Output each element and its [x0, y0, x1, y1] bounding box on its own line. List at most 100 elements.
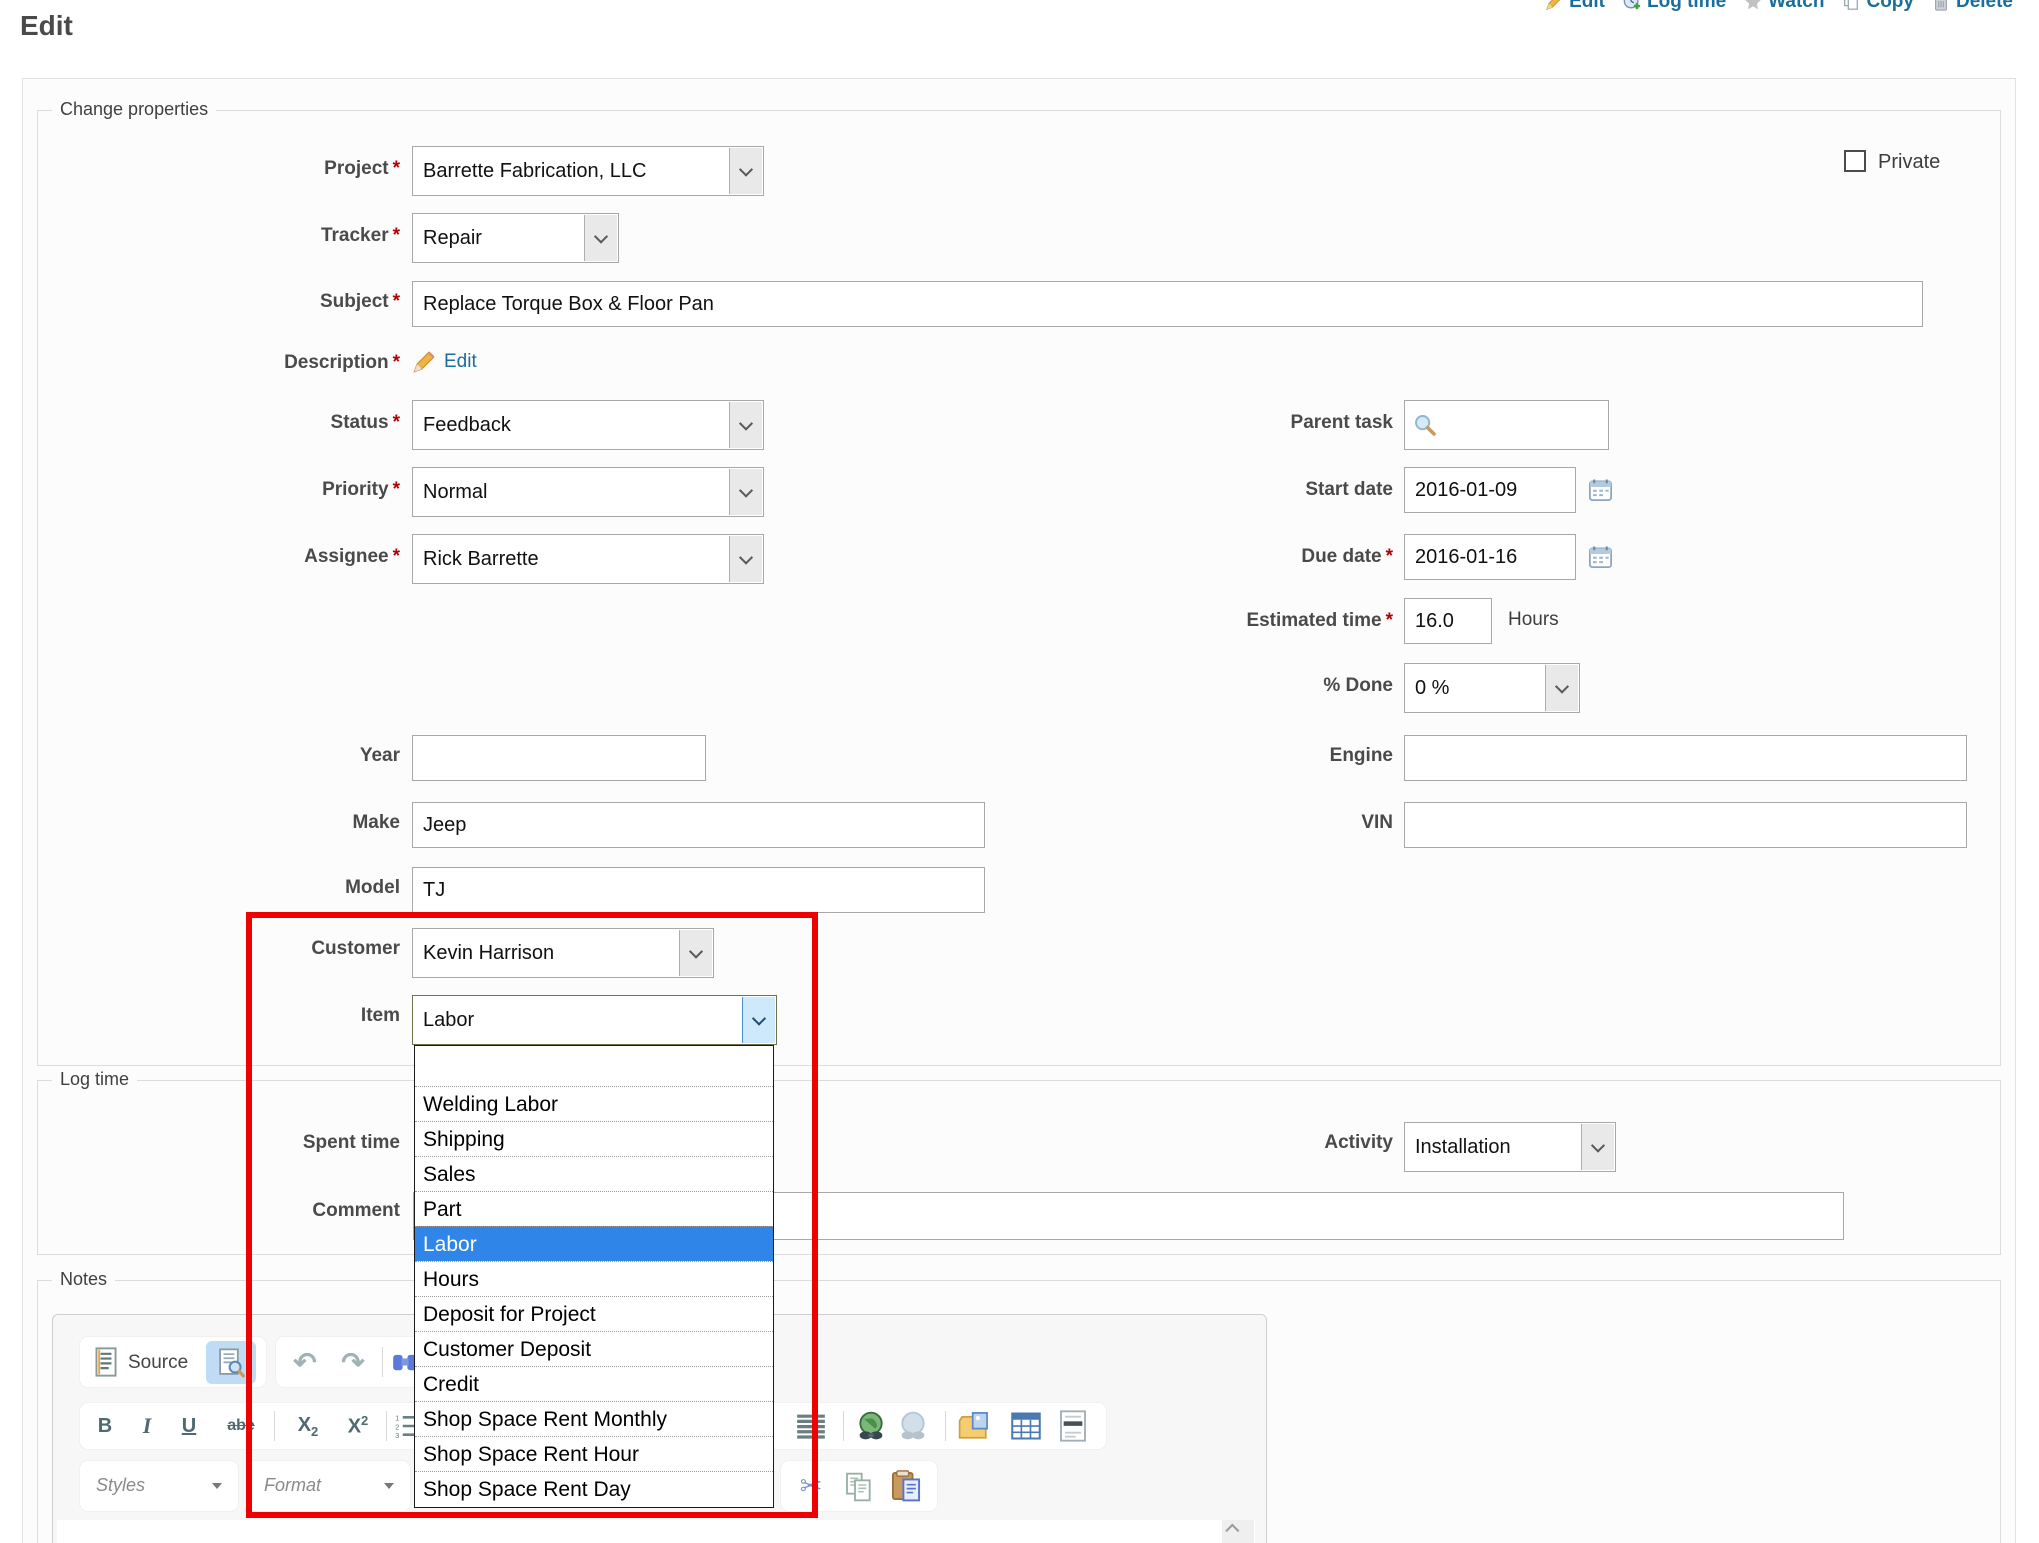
insert-link-button[interactable] [852, 1406, 890, 1446]
action-edit[interactable]: Edit [1545, 0, 1605, 13]
dropdown-arrow-button[interactable] [729, 536, 762, 582]
dropdown-option[interactable]: Hours [415, 1261, 773, 1296]
source-button[interactable] [88, 1343, 124, 1381]
dropdown-option[interactable]: Sales [415, 1156, 773, 1191]
activity-label: Activity [1033, 1132, 1393, 1154]
bold-icon: B [98, 1415, 112, 1438]
svg-text:1: 1 [395, 1414, 399, 1423]
italic-button[interactable]: I [132, 1408, 162, 1444]
engine-input[interactable] [1404, 735, 1967, 781]
dropdown-arrow-button[interactable] [729, 402, 762, 448]
description-edit-link[interactable]: Edit [412, 350, 477, 374]
comment-label: Comment [40, 1200, 400, 1222]
underline-button[interactable]: U [172, 1408, 206, 1444]
status-select[interactable]: Feedback [412, 400, 764, 450]
superscript-button[interactable]: X2 [336, 1408, 380, 1444]
dropdown-arrow-button[interactable] [679, 930, 712, 976]
dropdown-arrow-button[interactable] [1545, 665, 1578, 711]
toolbar-separator [274, 1411, 275, 1441]
assignee-label: Assignee* [40, 546, 400, 568]
redo-button[interactable]: ↷ [334, 1343, 372, 1381]
styles-dropdown[interactable]: Styles [80, 1461, 238, 1511]
vin-label: VIN [1033, 812, 1393, 834]
action-copy[interactable]: Copy [1842, 0, 1914, 13]
toolbar-separator [843, 1411, 844, 1441]
action-watch[interactable]: Watch [1744, 0, 1824, 13]
dropdown-arrow-button[interactable] [729, 469, 762, 515]
customer-select[interactable]: Kevin Harrison [412, 928, 714, 978]
chevron-down-icon [384, 1483, 394, 1489]
strikethrough-button[interactable]: abe [216, 1408, 266, 1444]
chevron-down-icon [739, 163, 753, 177]
insert-image-button[interactable] [954, 1406, 994, 1446]
due-date-input[interactable]: 2016-01-16 [1404, 534, 1576, 580]
preview-button[interactable] [206, 1341, 256, 1384]
percent-done-select[interactable]: 0 % [1404, 663, 1580, 713]
dropdown-arrow-button[interactable] [1581, 1124, 1614, 1170]
paste-button[interactable] [884, 1466, 928, 1506]
copy-button[interactable] [838, 1468, 880, 1506]
item-select[interactable]: Labor [412, 995, 777, 1045]
underline-icon: U [182, 1415, 196, 1438]
remove-link-button[interactable] [894, 1406, 932, 1446]
svg-text:3: 3 [395, 1431, 399, 1439]
activity-select[interactable]: Installation [1404, 1122, 1616, 1172]
tracker-select[interactable]: Repair [412, 213, 619, 263]
cut-button[interactable]: ✂ [790, 1466, 832, 1506]
assignee-select[interactable]: Rick Barrette [412, 534, 764, 584]
estimated-time-input[interactable]: 16.0 [1404, 598, 1492, 644]
undo-button[interactable]: ↶ [286, 1343, 324, 1381]
dropdown-option[interactable] [415, 1046, 773, 1086]
format-dropdown[interactable]: Format [248, 1461, 410, 1511]
dropdown-arrow-button[interactable] [729, 148, 762, 194]
dropdown-option[interactable]: Welding Labor [415, 1086, 773, 1121]
action-log-time[interactable]: Log time [1623, 0, 1726, 13]
private-checkbox[interactable] [1844, 150, 1866, 172]
model-input[interactable]: TJ [412, 867, 985, 913]
horizontal-rule-button[interactable] [1054, 1406, 1092, 1446]
editor-scrollbar[interactable] [1222, 1520, 1254, 1543]
vin-input[interactable] [1404, 802, 1967, 848]
dropdown-option[interactable]: Credit [415, 1366, 773, 1401]
source-button-label[interactable]: Source [128, 1352, 188, 1374]
required-mark: * [393, 352, 400, 373]
spent-time-label: Spent time [40, 1132, 400, 1154]
change-properties-legend: Change properties [52, 99, 216, 120]
dropdown-option[interactable]: Shop Space Rent Day [415, 1471, 773, 1506]
model-label: Model [40, 877, 400, 899]
dropdown-option[interactable]: Shipping [415, 1121, 773, 1156]
subscript-button[interactable]: X2 [286, 1408, 330, 1444]
dropdown-option[interactable]: Customer Deposit [415, 1331, 773, 1366]
editor-content-area[interactable] [57, 1520, 1255, 1543]
start-date-input[interactable]: 2016-01-09 [1404, 467, 1576, 513]
image-icon [957, 1410, 991, 1442]
calendar-icon[interactable] [1588, 477, 1613, 502]
priority-select[interactable]: Normal [412, 467, 764, 517]
dropdown-option-selected[interactable]: Labor [415, 1226, 773, 1261]
superscript-icon: X2 [348, 1413, 369, 1439]
status-label: Status* [40, 412, 400, 434]
dropdown-arrow-button[interactable] [742, 997, 775, 1043]
project-select[interactable]: Barrette Fabrication, LLC [412, 146, 764, 196]
dropdown-option[interactable]: Part [415, 1191, 773, 1226]
calendar-icon[interactable] [1588, 544, 1613, 569]
change-properties-fieldset: Change properties [37, 110, 2001, 1066]
dropdown-option[interactable]: Shop Space Rent Monthly [415, 1401, 773, 1436]
insert-table-button[interactable] [1008, 1408, 1044, 1444]
dropdown-option[interactable]: Deposit for Project [415, 1296, 773, 1331]
parent-task-label: Parent task [1033, 412, 1393, 434]
clock-add-icon [1623, 0, 1641, 11]
make-input[interactable]: Jeep [412, 802, 985, 848]
subject-input[interactable]: Replace Torque Box & Floor Pan [412, 281, 1923, 327]
dropdown-option[interactable]: Shop Space Rent Hour [415, 1436, 773, 1471]
blockquote-button[interactable] [794, 1410, 828, 1442]
format-dropdown-label: Format [264, 1475, 321, 1496]
chevron-down-icon [752, 1012, 766, 1026]
bold-button[interactable]: B [88, 1408, 122, 1444]
parent-task-input[interactable] [1404, 400, 1609, 450]
required-mark: * [393, 412, 400, 433]
action-delete[interactable]: Delete [1932, 0, 2013, 13]
dropdown-arrow-button[interactable] [584, 215, 617, 261]
required-mark: * [393, 225, 400, 246]
year-input[interactable] [412, 735, 706, 781]
